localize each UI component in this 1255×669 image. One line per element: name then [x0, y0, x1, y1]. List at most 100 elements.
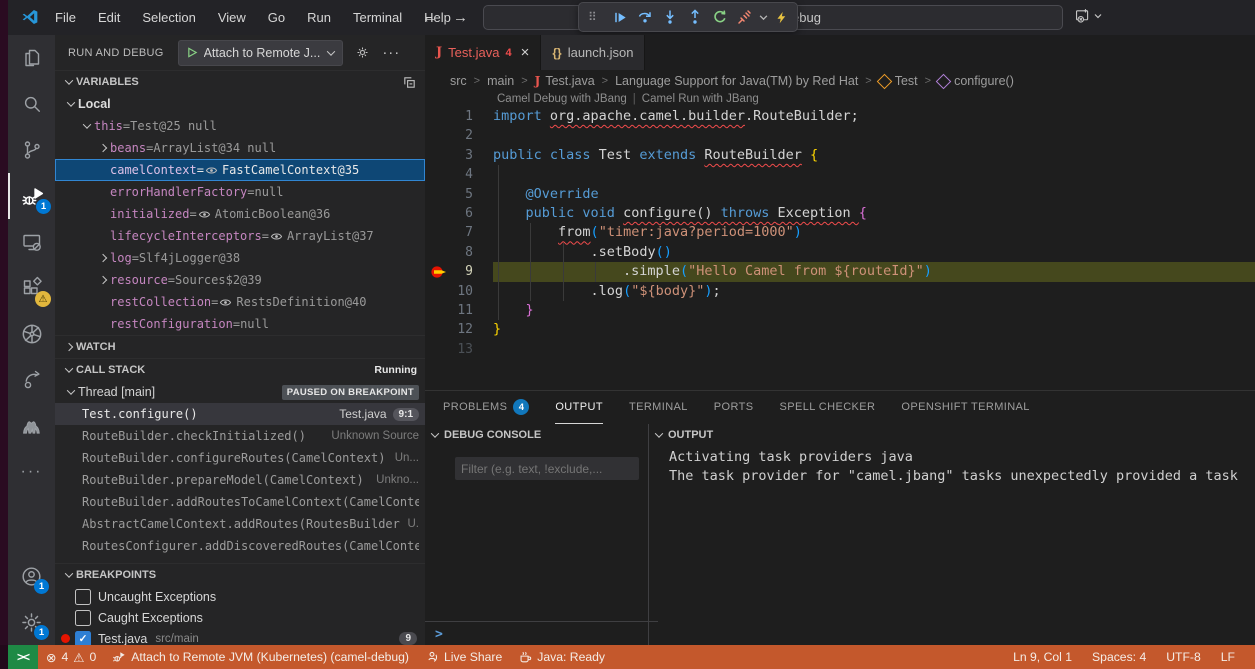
panel-tab-terminal[interactable]: TERMINAL	[629, 391, 688, 423]
arrow-left-icon[interactable]: ←	[422, 9, 437, 26]
editor-tab-Test.java[interactable]: JTest.java4×	[425, 35, 541, 70]
indentation[interactable]: Spaces: 4	[1082, 650, 1156, 664]
watch-section-header[interactable]: WATCH	[55, 335, 425, 358]
debug-console-header[interactable]: DEBUG CONSOLE	[425, 424, 648, 446]
panel-tab-spell-checker[interactable]: SPELL CHECKER	[780, 391, 876, 423]
variable-row[interactable]: log = Slf4jLogger@38	[55, 247, 425, 269]
activity-item-additional-views[interactable]: ···	[8, 449, 55, 495]
gear-icon[interactable]	[355, 45, 370, 60]
variable-row[interactable]: initialized = AtomicBoolean@36	[55, 203, 425, 225]
activity-item-openshift[interactable]	[8, 357, 55, 403]
cursor-position[interactable]: Ln 9, Col 1	[1003, 650, 1082, 664]
activity-item-extensions[interactable]: ⚠	[8, 265, 55, 311]
variable-row[interactable]: restConfiguration = null	[55, 313, 425, 335]
continue-button[interactable]	[608, 5, 632, 29]
menu-run[interactable]: Run	[296, 0, 342, 35]
breadcrumb-item[interactable]: src	[450, 74, 467, 88]
stack-frame-row[interactable]: AbstractCamelContext.addRoutes(RoutesBui…	[55, 513, 425, 535]
java-status[interactable]: Java: Ready	[510, 645, 613, 669]
eol[interactable]: LF	[1211, 650, 1245, 664]
restart-button[interactable]	[708, 5, 732, 29]
activity-item-accounts[interactable]: 1	[8, 553, 55, 599]
variable-row[interactable]: resource = Sources$2@39	[55, 269, 425, 291]
breadcrumb-item[interactable]: Test	[879, 74, 918, 88]
disconnect-dropdown-chevron[interactable]	[758, 5, 768, 29]
step-over-button[interactable]	[633, 5, 657, 29]
activity-item-kubernetes[interactable]	[8, 311, 55, 357]
codelens-link[interactable]: Camel Run with JBang	[642, 93, 759, 105]
activity-item-manage[interactable]: 1	[8, 599, 55, 645]
breakpoint-checkbox[interactable]	[75, 589, 91, 605]
lazy-eval-eye-icon[interactable]	[219, 297, 232, 308]
activity-item-camel[interactable]	[8, 403, 55, 449]
step-into-button[interactable]	[658, 5, 682, 29]
breadcrumb-item[interactable]: JTest.java	[535, 74, 595, 88]
panel-tab-ports[interactable]: PORTS	[714, 391, 754, 423]
activity-item-remote-explorer[interactable]	[8, 219, 55, 265]
variable-row[interactable]: this = Test@25 null	[55, 115, 425, 137]
menu-edit[interactable]: Edit	[87, 0, 131, 35]
menu-selection[interactable]: Selection	[131, 0, 206, 35]
stack-frame-row[interactable]: RouteBuilder.addRoutesToCamelContext(Cam…	[55, 491, 425, 513]
activity-item-run-and-debug[interactable]: 1	[8, 173, 57, 219]
menu-view[interactable]: View	[207, 0, 257, 35]
breakpoint-checkbox[interactable]	[75, 610, 91, 626]
debug-console-filter-input[interactable]	[455, 457, 639, 480]
editor-tab-bar: JTest.java4×{}launch.json	[425, 35, 1255, 70]
breakpoints-section-header[interactable]: BREAKPOINTS	[55, 563, 425, 586]
breakpoint-row[interactable]: Test.javasrc/main9	[55, 628, 425, 645]
activity-item-explorer[interactable]	[8, 35, 55, 81]
lazy-eval-eye-icon[interactable]	[205, 165, 218, 176]
breakpoint-row[interactable]: Uncaught Exceptions	[55, 586, 425, 607]
variable-row[interactable]: restCollection = RestsDefinition@40	[55, 291, 425, 313]
close-icon[interactable]: ×	[521, 44, 530, 61]
variable-row[interactable]: lifecycleInterceptors = ArrayList@37	[55, 225, 425, 247]
breadcrumb-item[interactable]: Language Support for Java(TM) by Red Hat	[615, 74, 858, 88]
breadcrumb-item[interactable]: configure()	[938, 74, 1014, 88]
breakpoint-row[interactable]: Caught Exceptions	[55, 607, 425, 628]
launch-config-dropdown[interactable]: Attach to Remote J...	[178, 40, 344, 66]
stack-frame-row[interactable]: RouteBuilder.prepareModel(CamelContext)U…	[55, 469, 425, 491]
output-header[interactable]: OUTPUT	[649, 424, 1255, 446]
problems-status[interactable]: ⊗ 4 ⚠ 0	[38, 645, 104, 669]
stack-frame-row[interactable]: RoutesConfigurer.addDiscoveredRoutes(Cam…	[55, 535, 425, 557]
more-actions-icon[interactable]: ···	[382, 44, 400, 61]
breakpoint-checkbox[interactable]	[75, 631, 91, 646]
variable-row[interactable]: beans = ArrayList@34 null	[55, 137, 425, 159]
codelens-link[interactable]: Camel Debug with JBang	[497, 93, 627, 105]
stack-frame-row[interactable]: RouteBuilder.checkInitialized()Unknown S…	[55, 425, 425, 447]
variable-row[interactable]: Local	[55, 93, 425, 115]
menu-go[interactable]: Go	[257, 0, 296, 35]
menu-file[interactable]: File	[44, 0, 87, 35]
lazy-eval-eye-icon[interactable]	[270, 231, 283, 242]
step-out-button[interactable]	[683, 5, 707, 29]
hot-code-replace-button[interactable]	[769, 5, 793, 29]
breakpoint-paused-icon[interactable]	[430, 264, 452, 280]
editor-tab-launch.json[interactable]: {}launch.json	[541, 35, 645, 70]
layout-control-button[interactable]	[1074, 7, 1102, 24]
variables-section-header[interactable]: VARIABLES	[55, 70, 425, 93]
debug-session[interactable]: Attach to Remote JVM (Kubernetes) (camel…	[104, 645, 417, 669]
panel-tab-problems[interactable]: PROBLEMS4	[443, 391, 529, 423]
remote-indicator[interactable]: ><	[8, 645, 38, 669]
code-area[interactable]: 1import org.apache.camel.builder.RouteBu…	[425, 107, 1255, 359]
thread-row[interactable]: Thread [main]PAUSED ON BREAKPOINT	[55, 381, 425, 403]
activity-item-search[interactable]	[8, 81, 55, 127]
call-stack-section-header[interactable]: CALL STACKRunning	[55, 358, 425, 381]
collapse-all-icon[interactable]	[402, 75, 417, 90]
stack-frame-row[interactable]: Test.configure()Test.java9:1	[55, 403, 425, 425]
panel-tab-output[interactable]: OUTPUT	[555, 391, 603, 424]
encoding[interactable]: UTF-8	[1156, 650, 1211, 664]
arrow-right-icon[interactable]: →	[453, 9, 468, 26]
lazy-eval-eye-icon[interactable]	[198, 209, 211, 220]
disconnect-button[interactable]	[733, 5, 757, 29]
menu-terminal[interactable]: Terminal	[342, 0, 413, 35]
variable-row[interactable]: camelContext = FastCamelContext@35	[55, 159, 425, 181]
stack-frame-row[interactable]: RouteBuilder.configureRoutes(CamelContex…	[55, 447, 425, 469]
breadcrumb-item[interactable]: main	[487, 74, 514, 88]
live-share[interactable]: Live Share	[417, 645, 510, 669]
debug-console-input-row[interactable]: >	[425, 621, 658, 646]
activity-item-source-control[interactable]	[8, 127, 55, 173]
panel-tab-openshift-terminal[interactable]: OPENSHIFT TERMINAL	[901, 391, 1029, 423]
variable-row[interactable]: errorHandlerFactory = null	[55, 181, 425, 203]
